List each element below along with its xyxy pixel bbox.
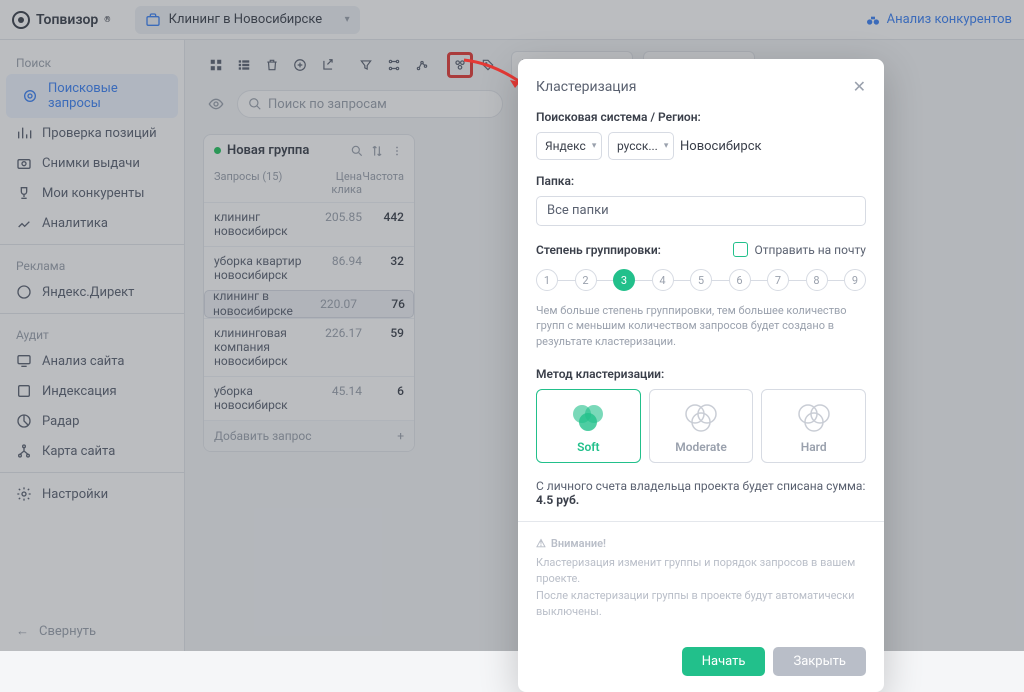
close-button[interactable]: Закрыть — [773, 647, 866, 676]
step-5[interactable]: 5 — [690, 269, 712, 291]
cost-line: С личного счета владельца проекта будет … — [536, 479, 866, 507]
method-label: Метод кластеризации: — [536, 367, 866, 381]
venn-moderate-icon — [654, 400, 749, 434]
search-engine-dropdown[interactable]: Яндекс▾ — [536, 132, 602, 160]
language-dropdown[interactable]: русск...▾ — [608, 132, 674, 160]
warning-icon: ⚠ — [536, 536, 546, 553]
clustering-modal: Кластеризация ✕ Поисковая система / Реги… — [518, 59, 884, 692]
step-2[interactable]: 2 — [575, 269, 597, 291]
modal-title: Кластеризация — [536, 79, 636, 95]
method-soft[interactable]: Soft — [536, 389, 641, 463]
chevron-down-icon: ▾ — [664, 141, 669, 151]
step-8[interactable]: 8 — [806, 269, 828, 291]
method-hard[interactable]: Hard — [761, 389, 866, 463]
send-mail-checkbox[interactable]: Отправить на почту — [733, 242, 866, 257]
step-4[interactable]: 4 — [652, 269, 674, 291]
close-icon[interactable]: ✕ — [853, 77, 866, 96]
venn-soft-icon — [541, 400, 636, 434]
folder-label: Папка: — [536, 174, 866, 188]
chevron-down-icon: ▾ — [592, 141, 597, 151]
start-button[interactable]: Начать — [682, 647, 766, 676]
step-6[interactable]: 6 — [729, 269, 751, 291]
venn-hard-icon — [766, 400, 861, 434]
degree-stepper[interactable]: 123456789 — [536, 269, 866, 293]
method-moderate[interactable]: Moderate — [649, 389, 754, 463]
warning-block: ⚠Внимание! Кластеризация изменит группы … — [536, 536, 866, 621]
checkbox-icon — [733, 242, 748, 257]
step-7[interactable]: 7 — [767, 269, 789, 291]
step-1[interactable]: 1 — [536, 269, 558, 291]
step-3[interactable]: 3 — [613, 269, 635, 291]
step-9[interactable]: 9 — [844, 269, 866, 291]
se-region-label: Поисковая система / Регион: — [536, 110, 866, 124]
degree-hint: Чем больше степень группировки, тем боль… — [536, 303, 866, 349]
region-text: Новосибирск — [680, 139, 762, 154]
folder-input[interactable]: Все папки — [536, 196, 866, 226]
degree-label: Степень группировки: — [536, 243, 661, 257]
